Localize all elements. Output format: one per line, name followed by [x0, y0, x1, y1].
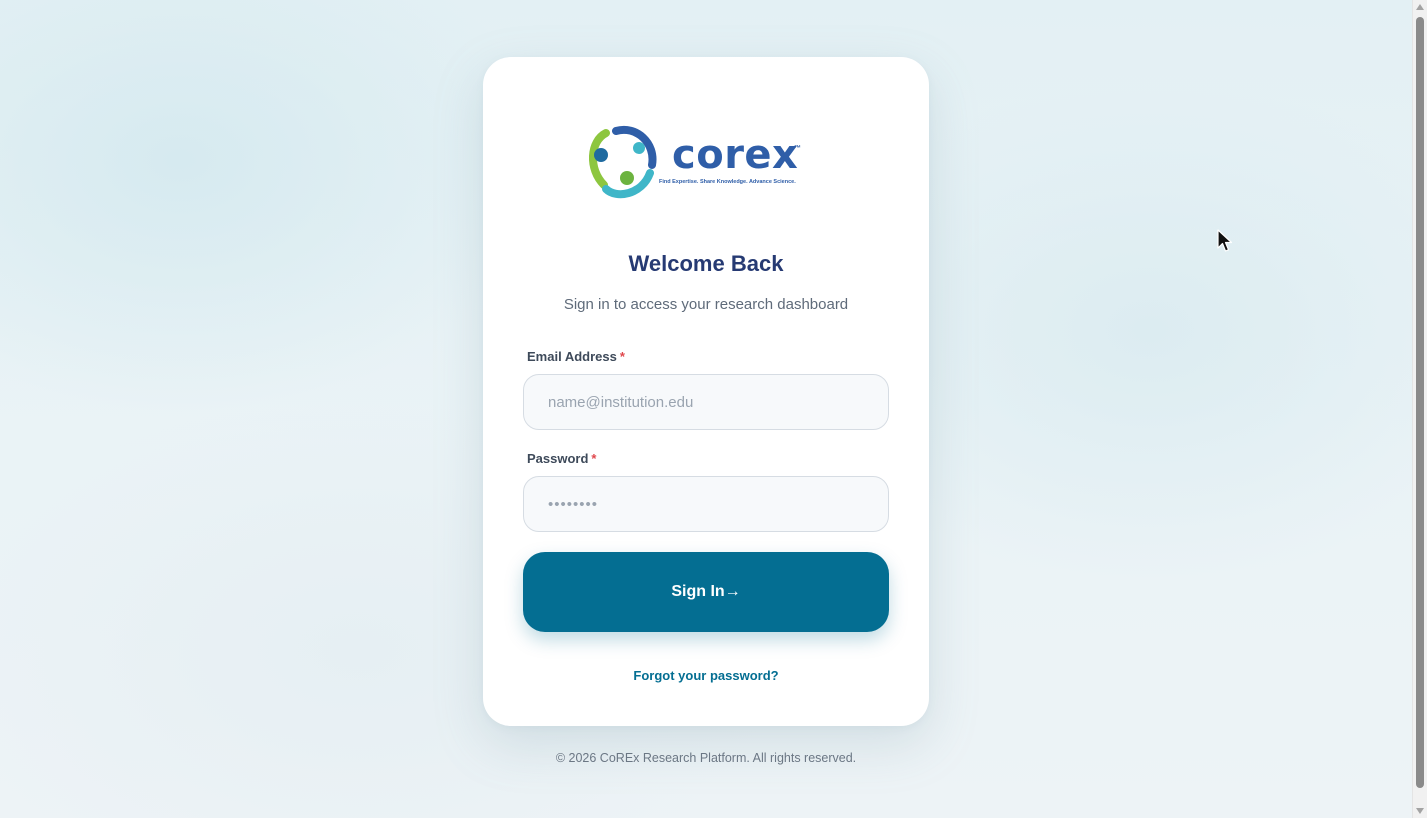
trademark-symbol: ™: [794, 145, 801, 152]
login-card: corex ™ Find Expertise. Share Knowledge.…: [483, 57, 929, 726]
password-label: Password *: [527, 451, 596, 466]
scroll-up-arrow-icon[interactable]: [1416, 4, 1424, 10]
page-title: Welcome Back: [628, 251, 784, 276]
scroll-down-arrow-icon[interactable]: [1416, 808, 1424, 814]
forgot-password-link[interactable]: Forgot your password?: [483, 668, 929, 683]
logo-wordmark: corex: [672, 132, 799, 178]
sign-in-button[interactable]: Sign In→: [523, 552, 889, 632]
password-label-text: Password: [527, 451, 589, 466]
password-input[interactable]: [523, 476, 889, 532]
logo-tagline: Find Expertise. Share Knowledge. Advance…: [659, 179, 796, 185]
email-required-marker: *: [619, 349, 625, 364]
corex-logo-icon: [588, 125, 657, 199]
email-label-text: Email Address: [527, 349, 617, 364]
email-input[interactable]: [523, 374, 889, 430]
scroll-thumb[interactable]: [1416, 17, 1424, 788]
page-subtitle: Sign in to access your research dashboar…: [563, 296, 849, 313]
mouse-pointer-icon: [1217, 229, 1233, 252]
corex-logo: corex ™ Find Expertise. Share Knowledge.…: [586, 125, 808, 201]
password-required-marker: *: [591, 451, 597, 466]
vertical-scrollbar[interactable]: [1412, 0, 1427, 818]
email-label: Email Address *: [527, 349, 625, 364]
footer-copyright: © 2026 CoREx Research Platform. All righ…: [555, 751, 857, 765]
